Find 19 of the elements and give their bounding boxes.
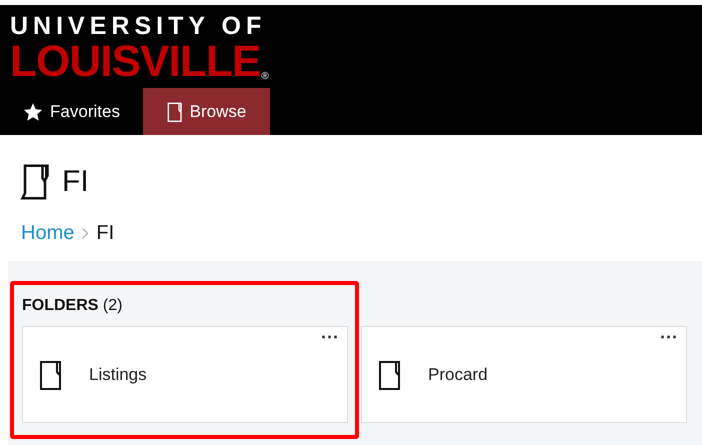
registered-mark: ® [261, 71, 269, 83]
breadcrumb-link[interactable]: Home [21, 218, 74, 248]
star-icon [23, 102, 44, 122]
folder-count: (2) [102, 297, 122, 314]
folder-name: Listings [89, 364, 147, 386]
nav-tab[interactable]: Browse [143, 88, 270, 135]
folder-icon [166, 102, 183, 122]
page-title: FI [62, 164, 89, 200]
folder-name: Procard [428, 364, 488, 386]
more-menu[interactable]: ··· [660, 327, 678, 347]
folder-icon [20, 162, 50, 202]
folder-card[interactable]: Listings ··· [22, 326, 348, 423]
chevron-icon [82, 228, 88, 238]
section-heading: FOLDERS [22, 297, 98, 314]
logo-text: LOUISVILLE [10, 41, 260, 83]
folder-card[interactable]: Procard ··· [361, 326, 687, 423]
breadcrumb-current: FI [96, 221, 114, 246]
logo-text: UNIVERSITY OF [10, 11, 268, 41]
more-menu[interactable]: ··· [321, 327, 339, 347]
